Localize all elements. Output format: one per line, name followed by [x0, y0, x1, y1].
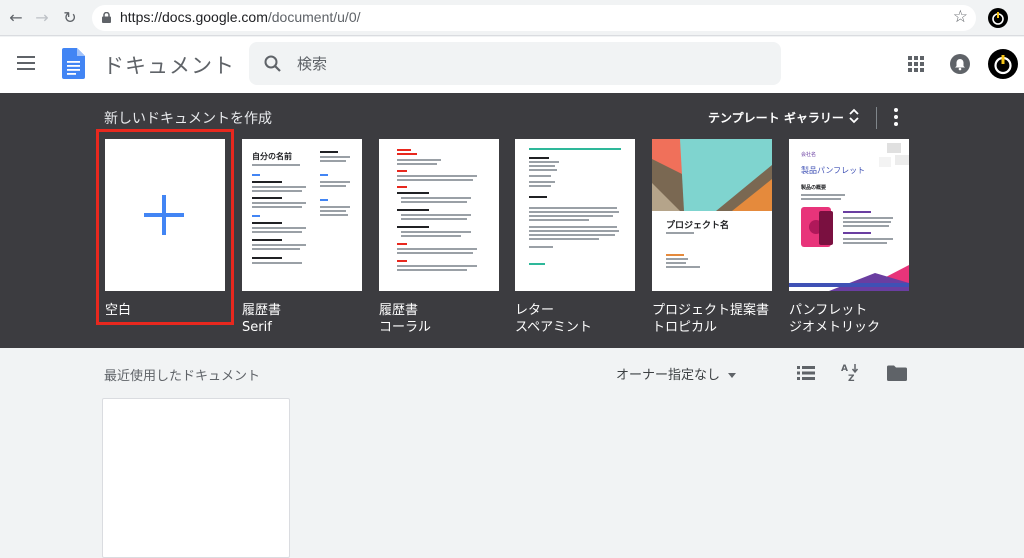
- divider: [876, 107, 877, 129]
- recent-documents-title: 最近使用したドキュメント: [104, 369, 261, 384]
- sort-az-icon[interactable]: AZ: [840, 362, 860, 382]
- apps-grid-icon[interactable]: [908, 56, 924, 72]
- template-label-line2: ジオメトリック: [789, 320, 881, 335]
- thumb-subtitle: 製品の概要: [801, 185, 827, 191]
- notifications-icon[interactable]: [950, 54, 970, 74]
- search-input[interactable]: [297, 42, 757, 85]
- arrow-left-icon[interactable]: ←: [6, 8, 26, 28]
- thumb-title: 製品パンフレット: [801, 166, 866, 175]
- template-thumbnail[interactable]: [379, 139, 499, 291]
- reload-icon[interactable]: ↻: [60, 8, 80, 28]
- arrow-right-icon[interactable]: →: [32, 8, 52, 28]
- template-thumbnail[interactable]: 自分の名前: [242, 139, 362, 291]
- template-label-line1: パンフレット: [789, 303, 868, 318]
- template-label-line2: Serif: [242, 320, 272, 335]
- template-label[interactable]: レター スペアミント: [515, 302, 592, 336]
- thumb-small: 会社名: [801, 152, 817, 158]
- lock-icon: [102, 12, 111, 23]
- thumb-title: プロジェクト名: [666, 221, 730, 231]
- browser-toolbar: ← → ↻ https://docs.google.com/document/u…: [0, 0, 1024, 36]
- template-thumbnail[interactable]: [515, 139, 635, 291]
- template-thumbnail[interactable]: プロジェクト名: [652, 139, 772, 291]
- browser-profile-avatar[interactable]: [988, 8, 1008, 28]
- owner-filter-dropdown[interactable]: オーナー指定なし: [616, 364, 737, 383]
- svg-text:Z: Z: [848, 374, 855, 382]
- menu-icon[interactable]: [17, 56, 35, 70]
- user-avatar[interactable]: [988, 49, 1018, 79]
- svg-text:A: A: [841, 364, 848, 374]
- folder-icon[interactable]: [887, 365, 907, 381]
- template-label-line1: 履歴書: [242, 303, 282, 318]
- star-icon[interactable]: ☆: [953, 7, 968, 27]
- more-vert-icon[interactable]: [890, 108, 902, 128]
- template-label-line2: トロピカル: [652, 320, 718, 335]
- template-label[interactable]: 履歴書 Serif: [242, 302, 281, 336]
- template-gallery-section: 新しいドキュメントを作成 テンプレート ギャラリー 空白 自分の名前 履歴書 S…: [0, 93, 1024, 348]
- template-label[interactable]: 履歴書 コーラル: [379, 302, 431, 336]
- section-title: 新しいドキュメントを作成: [104, 111, 272, 127]
- search-icon[interactable]: [263, 54, 283, 74]
- recent-document-card[interactable]: [102, 398, 290, 558]
- list-view-icon[interactable]: [797, 365, 815, 381]
- template-label-line1: 履歴書: [379, 303, 419, 318]
- template-label[interactable]: パンフレット ジオメトリック: [789, 302, 880, 336]
- power-icon: [992, 12, 1004, 25]
- caret-down-icon: [728, 373, 737, 378]
- address-bar[interactable]: https://docs.google.com/document/u/0/ ☆: [92, 5, 976, 31]
- template-thumbnail[interactable]: 会社名 製品パンフレット 製品の概要: [789, 139, 909, 291]
- app-title[interactable]: ドキュメント: [103, 50, 235, 80]
- highlight-annotation: [96, 129, 234, 325]
- template-label-line2: スペアミント: [515, 320, 592, 335]
- app-header: ドキュメント: [0, 37, 1024, 93]
- template-label-line1: プロジェクト提案書: [652, 303, 770, 318]
- template-gallery-button[interactable]: テンプレート ギャラリー: [708, 109, 844, 126]
- thumb-title: 自分の名前: [252, 152, 292, 161]
- search-bar[interactable]: [249, 42, 781, 85]
- geometric-graphic: [789, 143, 909, 291]
- template-label-line1: レター: [515, 303, 555, 318]
- power-icon: [994, 55, 1012, 75]
- tropical-graphic: [652, 139, 772, 211]
- url-path: /document/u/0/: [267, 9, 361, 25]
- url-text: https://docs.google.com/document/u/0/: [120, 9, 361, 25]
- unfold-icon[interactable]: [848, 107, 860, 125]
- owner-filter-label: オーナー指定なし: [616, 368, 721, 383]
- template-label[interactable]: プロジェクト提案書 トロピカル: [652, 302, 769, 336]
- template-label-line2: コーラル: [379, 320, 432, 335]
- url-host: https://docs.google.com: [120, 9, 268, 25]
- docs-logo-icon[interactable]: [62, 48, 85, 79]
